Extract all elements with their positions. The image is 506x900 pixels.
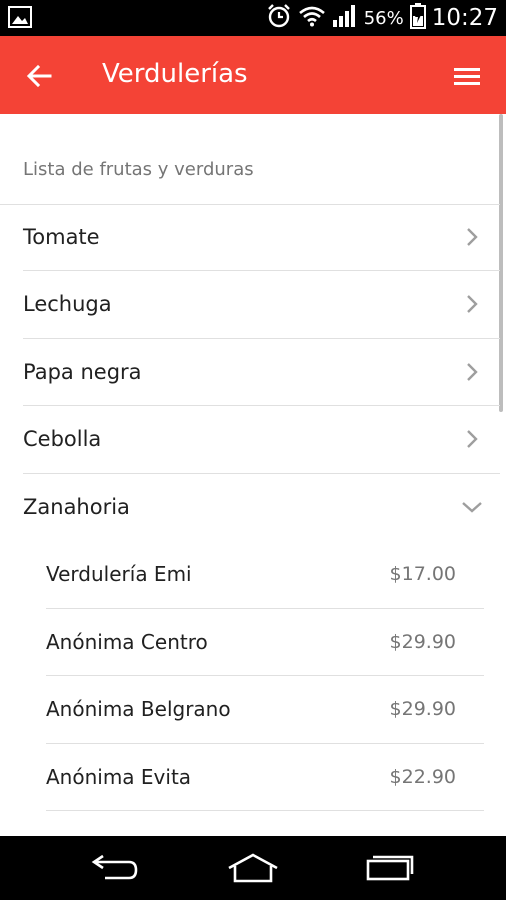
divider [46,675,484,676]
menu-button[interactable] [446,55,488,97]
store-row-verduleria-emi[interactable]: Verdulería Emi $17.00 [0,542,500,609]
store-price: $29.90 [389,631,456,653]
page-title: Verdulerías [102,59,248,89]
store-row-anonima-centro[interactable]: Anónima Centro $29.90 [0,610,500,677]
divider [23,338,500,339]
list-item-label: Lechuga [23,292,112,316]
list-item-label: Zanahoria [23,495,130,519]
alarm-icon [266,3,292,33]
app-bar: Verdulerías [0,36,506,114]
divider [46,743,484,744]
back-nav-icon [91,854,138,880]
store-price: $29.90 [389,698,456,720]
image-notification-icon [8,6,32,32]
list-item-zanahoria[interactable]: Zanahoria [0,475,500,542]
battery-percent: 56% [363,7,404,29]
back-button[interactable] [18,55,60,97]
divider [23,405,500,406]
nav-back-button[interactable] [80,846,150,890]
menu-icon [454,68,480,85]
list-item-cebolla[interactable]: Cebolla [0,407,500,474]
nav-recents-button[interactable] [355,846,425,890]
store-price: $17.00 [389,563,456,585]
battery-charging-icon [409,3,426,33]
store-name: Verdulería Emi [46,562,192,586]
divider [23,270,500,271]
divider [46,608,484,609]
store-price: $22.90 [389,766,456,788]
store-name: Anónima Centro [46,630,208,654]
list-item-label: Cebolla [23,427,102,451]
store-name: Anónima Belgrano [46,697,231,721]
divider [23,473,500,474]
chevron-right-icon [467,228,478,246]
list-container[interactable]: Lista de frutas y verduras Tomate Lechug… [0,114,506,836]
navigation-bar [0,836,506,900]
nav-home-button[interactable] [218,846,288,890]
list-item-label: Tomate [23,225,100,249]
chevron-right-icon [467,430,478,448]
arrow-back-icon [26,64,52,88]
clock: 10:27 [431,5,498,31]
home-nav-icon [228,853,278,883]
chevron-right-icon [467,363,478,381]
list-item-papa-negra[interactable]: Papa negra [0,340,500,407]
wifi-icon [298,5,326,31]
divider [46,810,484,811]
chevron-down-icon [462,502,482,513]
status-bar: 56% 10:27 [0,0,506,36]
store-row-anonima-evita[interactable]: Anónima Evita $22.90 [0,745,500,812]
store-row-anonima-belgrano[interactable]: Anónima Belgrano $29.90 [0,677,500,744]
list-item-tomate[interactable]: Tomate [0,205,500,272]
recents-nav-icon [366,855,414,881]
signal-icon [332,4,358,32]
list-item-lechuga[interactable]: Lechuga [0,272,500,339]
list-item-label: Papa negra [23,360,142,384]
list-subheader: Lista de frutas y verduras [23,159,254,180]
store-name: Anónima Evita [46,765,192,789]
chevron-right-icon [467,295,478,313]
